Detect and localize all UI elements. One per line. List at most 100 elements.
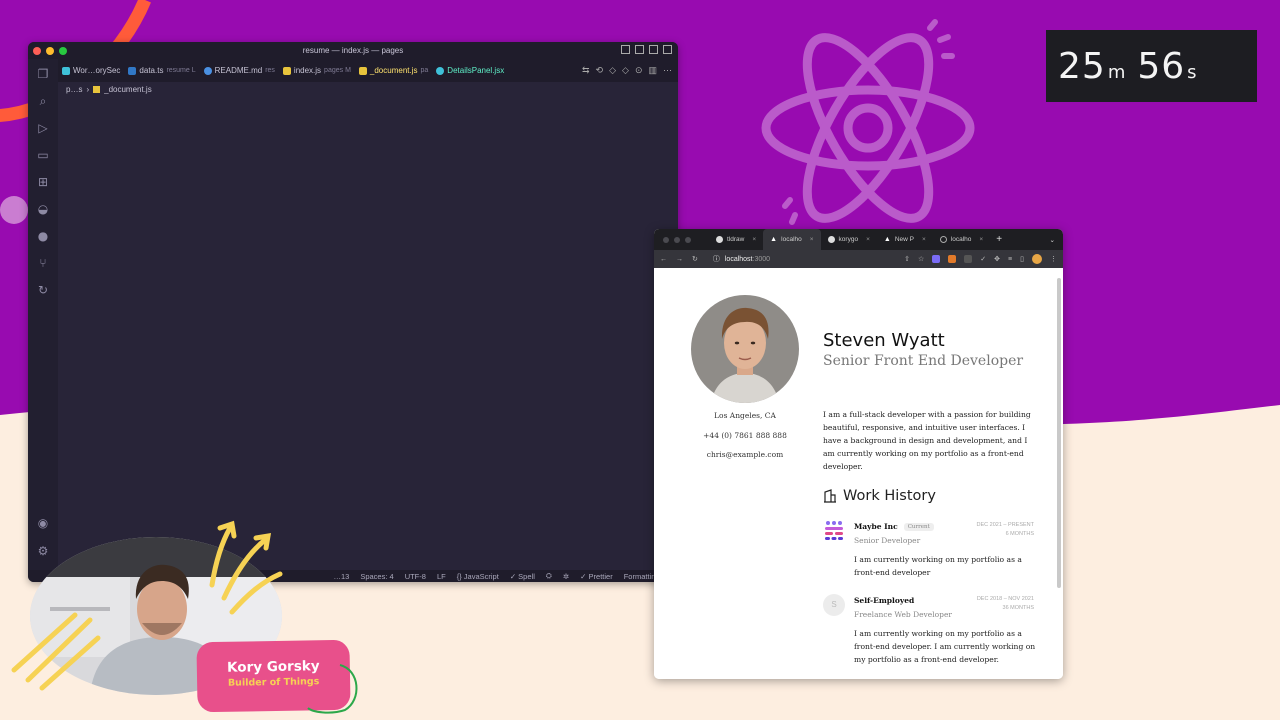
- tab-index-js[interactable]: index.js pages M: [279, 66, 355, 75]
- contact-email[interactable]: chris@example.com: [691, 450, 799, 459]
- timer-minutes: 25: [1058, 45, 1106, 87]
- close-window-button[interactable]: [663, 236, 669, 243]
- browser-tab-tldraw[interactable]: tldraw ×: [709, 229, 763, 250]
- vercel-icon: ▲: [883, 236, 891, 243]
- run-debug-icon[interactable]: ▷: [36, 121, 50, 135]
- contact-phone[interactable]: +44 (0) 7861 888 888: [691, 431, 799, 440]
- extension-icon[interactable]: [964, 255, 973, 263]
- page-scrollbar[interactable]: [1057, 278, 1061, 588]
- extension-icon[interactable]: ✓: [980, 255, 986, 263]
- status-spaces[interactable]: Spaces: 4: [360, 572, 393, 581]
- browser-tab-new-project[interactable]: ▲ New P ×: [877, 229, 933, 250]
- status-encoding[interactable]: UTF-8: [405, 572, 426, 581]
- extensions-icon[interactable]: ⊞: [36, 175, 50, 189]
- forward-icon[interactable]: →: [676, 256, 683, 263]
- close-tab-icon[interactable]: ×: [866, 236, 870, 243]
- reading-list-icon[interactable]: ≡: [1008, 256, 1012, 263]
- timeline-icon[interactable]: ⊙: [635, 65, 643, 76]
- js-icon: [282, 66, 291, 75]
- job-dates: DEC 2021 – PRESENT 6 MONTHS: [977, 521, 1034, 539]
- breadcrumb-folder[interactable]: p…s: [66, 85, 82, 94]
- compare-icon[interactable]: ⇆: [582, 65, 590, 76]
- browser-tab-label: localho: [781, 236, 802, 243]
- minimize-window-button[interactable]: [674, 236, 680, 243]
- toggle-sidebar-icon[interactable]: [621, 45, 630, 54]
- work-history-heading: Work History: [823, 488, 936, 504]
- browser-tab-strip: tldraw × ▲ localho × korygo × ▲ New P × …: [654, 229, 1063, 250]
- puzzle-extensions-icon[interactable]: ✥: [994, 255, 1000, 263]
- toggle-panel-icon[interactable]: [635, 45, 644, 54]
- browser-tab-localhost-2[interactable]: localho ×: [933, 229, 990, 250]
- job-date-range: DEC 2021 – PRESENT: [976, 522, 1034, 528]
- git-icon[interactable]: ⟲: [596, 65, 604, 76]
- job-date-range: DEC 2018 – NOV 2021: [976, 596, 1034, 602]
- tab-label: README.md: [214, 66, 263, 75]
- chevron-down-icon[interactable]: ⌄: [1050, 236, 1055, 244]
- tab-document-js[interactable]: _document.js pa: [355, 66, 432, 75]
- remote-explorer-icon[interactable]: ▭: [36, 148, 50, 162]
- status-prettier[interactable]: ✓ Prettier: [580, 572, 613, 581]
- close-tab-icon[interactable]: ×: [922, 236, 926, 243]
- github-icon: [827, 236, 835, 243]
- vscode-window-title: resume — index.js — pages: [302, 46, 404, 55]
- source-control-icon[interactable]: ⑂: [36, 256, 50, 270]
- tab-sub: pages M: [324, 67, 351, 74]
- tab-label: data.ts: [139, 66, 164, 75]
- current-badge: Current: [903, 522, 934, 531]
- maybe-logo-icon: [825, 521, 843, 540]
- vscode-window: resume — index.js — pages ❐ ⌕ ▷ ▭ ⊞ ◒ ● …: [28, 42, 678, 582]
- status-cursor[interactable]: …13: [333, 572, 349, 581]
- tab-sub: resume L: [166, 67, 196, 74]
- tab-details-panel[interactable]: DetailsPanel.jsx: [432, 66, 508, 75]
- browser-toolbar: ← → ↻ ⓘ localhost:3000 ⇧ ☆ ✓ ✥ ≡ ▯ ⋮: [654, 250, 1063, 268]
- side-panel-icon[interactable]: ▯: [1020, 255, 1024, 263]
- js-icon: [358, 66, 367, 75]
- status-eol[interactable]: LF: [437, 572, 446, 581]
- editor-area[interactable]: Wor…orySec data.ts resume L README.md re…: [58, 59, 678, 570]
- explorer-icon[interactable]: ❐: [36, 67, 50, 81]
- live-share-icon[interactable]: ↻: [36, 283, 50, 297]
- back-icon[interactable]: ←: [660, 256, 667, 263]
- more-actions-icon[interactable]: ⋯: [663, 65, 672, 76]
- browser-tab-github[interactable]: korygo ×: [821, 229, 877, 250]
- share-icon[interactable]: ⇧: [904, 255, 910, 263]
- job-dates: DEC 2018 – NOV 2021 36 MONTHS: [977, 595, 1034, 613]
- tldraw-icon: [716, 236, 723, 243]
- tab-data-ts[interactable]: data.ts resume L: [124, 66, 199, 75]
- previous-change-icon[interactable]: ◇: [609, 65, 616, 76]
- next-change-icon[interactable]: ◇: [622, 65, 629, 76]
- close-tab-icon[interactable]: ×: [752, 236, 756, 243]
- profile-avatar[interactable]: [1032, 254, 1042, 264]
- breadcrumb-file[interactable]: _document.js: [104, 85, 152, 94]
- customize-layout-icon[interactable]: [663, 45, 672, 54]
- kebab-menu-icon[interactable]: ⋮: [1050, 255, 1057, 263]
- close-tab-icon[interactable]: ×: [810, 236, 814, 243]
- split-editor-icon[interactable]: ▥: [648, 65, 657, 76]
- reload-icon[interactable]: ↻: [692, 255, 698, 263]
- new-tab-button[interactable]: +: [996, 234, 1002, 245]
- tab-sub: pa: [420, 67, 429, 74]
- tab-work-history-section[interactable]: Wor…orySec: [58, 66, 124, 75]
- tab-readme[interactable]: README.md res: [200, 66, 279, 75]
- extension-icon[interactable]: [932, 255, 941, 263]
- docker-icon[interactable]: ◒: [36, 202, 50, 216]
- browser-tab-localhost[interactable]: ▲ localho ×: [763, 229, 821, 250]
- status-spell[interactable]: ✓ Spell: [510, 572, 535, 581]
- job-duration: 36 MONTHS: [1002, 605, 1034, 611]
- address-bar[interactable]: ⓘ localhost:3000: [713, 254, 770, 264]
- maximize-window-button[interactable]: [685, 236, 691, 243]
- status-language[interactable]: {} JavaScript: [457, 572, 499, 581]
- toggle-secondary-sidebar-icon[interactable]: [649, 45, 658, 54]
- react-icon: [62, 66, 70, 75]
- status-copilot-icon[interactable]: ⛭: [546, 571, 552, 581]
- profile-photo: [691, 295, 799, 403]
- bookmark-star-icon[interactable]: ☆: [918, 255, 924, 263]
- search-icon[interactable]: ⌕: [36, 94, 50, 108]
- browser-tab-label: localho: [950, 236, 972, 243]
- close-tab-icon[interactable]: ×: [979, 236, 983, 243]
- metamask-icon[interactable]: [948, 255, 957, 263]
- job-company: Maybe Inc: [854, 522, 898, 531]
- status-feedback-icon[interactable]: ✲: [563, 572, 569, 581]
- job-description: I am currently working on my portfolio a…: [854, 629, 1036, 664]
- github-icon[interactable]: ●: [36, 229, 50, 243]
